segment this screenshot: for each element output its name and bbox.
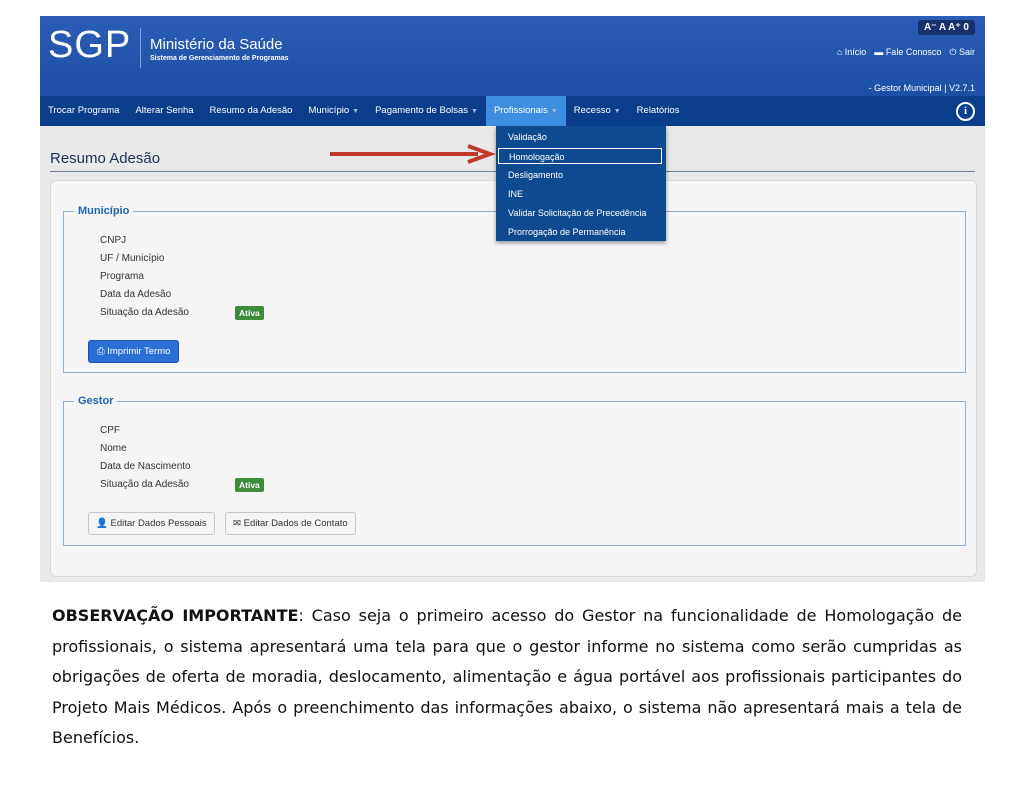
nav-item-4[interactable]: Pagamento de Bolsas ▼: [367, 96, 486, 126]
dropdown-item-2[interactable]: Desligamento: [498, 167, 662, 183]
nav-item-label: Recesso: [573, 105, 611, 116]
user-version: - Gestor Municipal | V2.7.1: [868, 83, 975, 93]
power-icon: ⏻: [949, 47, 957, 57]
field-label: Nome: [100, 443, 127, 454]
app-screenshot: SGP Ministério da Saúde Sistema de Geren…: [40, 16, 985, 582]
nav-item-7[interactable]: Relatórios: [629, 96, 688, 126]
gestor-legend: Gestor: [78, 395, 114, 407]
gestor-fieldset: Gestor CPF Nome Data de Nascimento Situa…: [63, 395, 966, 546]
field-label: Situação da Adesão: [100, 479, 189, 490]
nav-item-3[interactable]: Município ▼: [300, 96, 367, 126]
dropdown-item-4[interactable]: Validar Solicitação de Precedência: [498, 205, 662, 221]
home-icon: ⌂: [836, 47, 843, 57]
red-arrow: [330, 144, 496, 164]
field-label: Data de Nascimento: [100, 461, 191, 472]
org-name: Ministério da Saúde: [150, 36, 283, 53]
nav-item-label: Pagamento de Bolsas: [375, 105, 469, 116]
edit-personal-data-button[interactable]: 👤 Editar Dados Pessoais: [88, 512, 215, 535]
logo-divider: [140, 28, 141, 68]
app-header: SGP Ministério da Saúde Sistema de Geren…: [40, 16, 985, 96]
nav-item-0[interactable]: Trocar Programa: [40, 96, 127, 126]
important-note: OBSERVAÇÃO IMPORTANTE: Caso seja o prime…: [52, 601, 962, 754]
home-link[interactable]: ⌂ Início: [837, 47, 866, 58]
caret-down-icon: ▼: [471, 108, 478, 115]
print-icon: ⎙: [97, 346, 105, 357]
municipio-legend: Município: [78, 205, 130, 217]
edit-contact-data-button[interactable]: ✉ Editar Dados de Contato: [225, 512, 356, 535]
nav-item-label: Resumo da Adesão: [209, 105, 293, 116]
nav-item-label: Alterar Senha: [135, 105, 194, 116]
note-text: : Caso seja o primeiro acesso do Gestor …: [52, 606, 963, 747]
nav-item-label: Trocar Programa: [48, 105, 120, 116]
field-label: Situação da Adesão: [100, 307, 189, 318]
status-badge: Ativa: [235, 306, 264, 320]
chat-icon: ▬: [874, 47, 884, 57]
dropdown-item-5[interactable]: Prorrogação de Permanência: [498, 224, 662, 240]
nav-item-1[interactable]: Alterar Senha: [127, 96, 201, 126]
note-heading: OBSERVAÇÃO IMPORTANTE: [52, 606, 299, 625]
contact-link[interactable]: ▬ Fale Conosco: [874, 47, 941, 58]
info-icon[interactable]: i: [956, 102, 975, 121]
nav-item-label: Relatórios: [636, 105, 680, 116]
top-links: ⌂ Início ▬ Fale Conosco ⏻ Sair: [837, 47, 975, 58]
org-subtitle: Sistema de Gerenciamento de Programas: [150, 55, 289, 62]
field-label: CPF: [100, 425, 120, 436]
field-label: Data da Adesão: [100, 289, 172, 300]
field-label: CNPJ: [100, 235, 127, 246]
user-icon: 👤: [96, 518, 108, 529]
nav-item-6[interactable]: Recesso ▼: [566, 96, 629, 126]
envelope-icon: ✉: [233, 518, 241, 529]
caret-down-icon: ▼: [352, 108, 360, 115]
nav-item-label: Profissionais: [493, 105, 548, 116]
nav-item-label: Município: [308, 105, 350, 116]
profissionais-dropdown: Validação Homologação Desligamento INE Valid…: [496, 126, 666, 241]
caret-down-icon: ▼: [550, 108, 558, 115]
dropdown-item-3[interactable]: INE: [498, 186, 662, 202]
app-logo: SGP: [48, 24, 132, 66]
status-badge: Ativa: [235, 478, 264, 492]
nav-item-5[interactable]: Profissionais ▼: [485, 96, 566, 126]
dropdown-item-1[interactable]: Homologação: [498, 148, 662, 164]
main-nav: Trocar Programa Alterar Senha Resumo da Ad…: [40, 96, 985, 126]
print-term-button[interactable]: ⎙ Imprimir Termo: [88, 340, 180, 363]
caret-down-icon: ▼: [613, 108, 621, 115]
nav-item-2[interactable]: Resumo da Adesão: [202, 96, 301, 126]
field-label: Programa: [100, 271, 144, 282]
dropdown-item-0[interactable]: Validação: [498, 129, 662, 145]
font-size-controls[interactable]: A⁻ A A⁺ 0: [917, 20, 975, 35]
page-title: Resumo Adesão: [50, 150, 161, 167]
exit-link[interactable]: ⏻ Sair: [949, 47, 975, 58]
field-label: UF / Município: [100, 253, 165, 264]
